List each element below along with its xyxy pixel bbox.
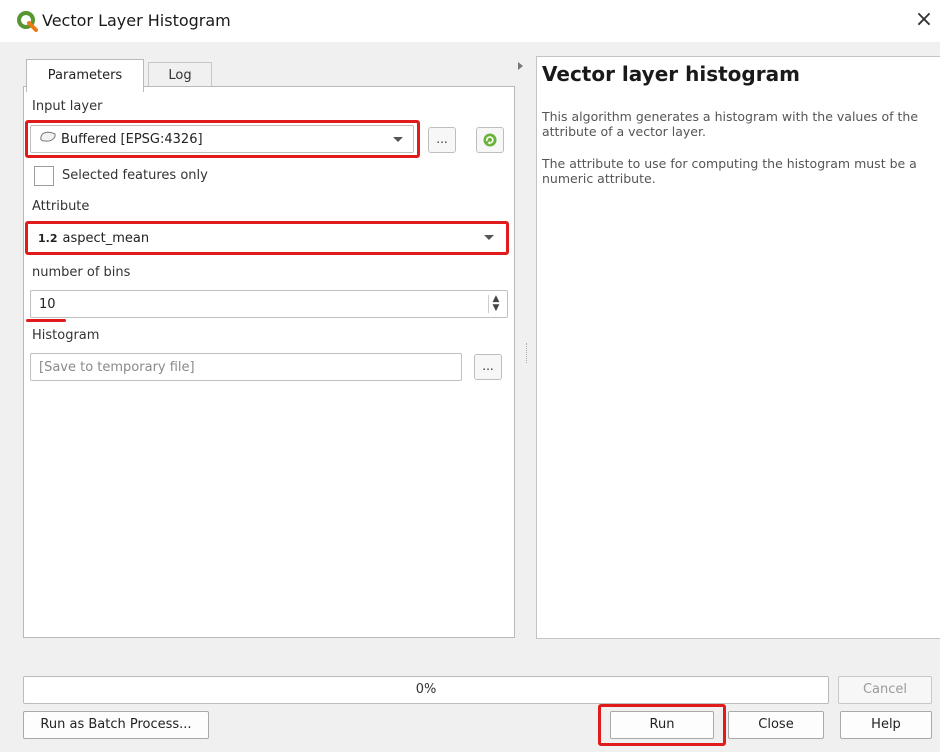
- refresh-green-icon: [482, 133, 498, 151]
- input-layer-combobox[interactable]: Buffered [EPSG:4326]: [30, 125, 414, 153]
- progress-bar: 0%: [23, 676, 829, 704]
- bins-spinbox[interactable]: 10 ▲ ▼: [30, 290, 508, 318]
- tab-parameters[interactable]: Parameters: [26, 59, 144, 92]
- window-title: Vector Layer Histogram: [42, 11, 231, 30]
- iterate-features-button[interactable]: [476, 127, 504, 153]
- attribute-label: Attribute: [32, 199, 90, 214]
- attribute-combobox[interactable]: 1.2 aspect_mean: [30, 225, 504, 251]
- close-window-icon[interactable]: ×: [912, 6, 936, 34]
- bins-value: 10: [39, 296, 56, 312]
- bins-label: number of bins: [32, 265, 131, 280]
- tab-log[interactable]: Log: [148, 62, 212, 87]
- help-paragraph-2: The attribute to use for computing the h…: [542, 156, 917, 186]
- spinner-arrows-icon[interactable]: ▲ ▼: [488, 295, 503, 313]
- input-layer-label: Input layer: [32, 99, 103, 114]
- run-batch-button[interactable]: Run as Batch Process...: [23, 711, 209, 739]
- collapse-arrow-icon[interactable]: [518, 62, 523, 70]
- histogram-label: Histogram: [32, 328, 100, 343]
- input-layer-browse-button[interactable]: ...: [428, 127, 456, 153]
- histogram-output-field[interactable]: [Save to temporary file]: [30, 353, 462, 381]
- close-button[interactable]: Close: [728, 711, 824, 739]
- qgis-logo-icon: [16, 10, 38, 32]
- help-panel: [536, 56, 940, 639]
- chevron-down-icon: [393, 137, 403, 142]
- selected-features-label: Selected features only: [62, 168, 208, 183]
- bins-underline-highlight: [26, 319, 66, 322]
- input-layer-value: Buffered [EPSG:4326]: [61, 131, 203, 147]
- help-button[interactable]: Help: [840, 711, 932, 739]
- splitter-handle[interactable]: [526, 343, 528, 363]
- histogram-browse-button[interactable]: ...: [474, 354, 502, 380]
- run-button[interactable]: Run: [610, 711, 714, 739]
- help-title: Vector layer histogram: [542, 62, 800, 86]
- polygon-layer-icon: [39, 131, 57, 147]
- cancel-button[interactable]: Cancel: [838, 676, 932, 704]
- attribute-value: aspect_mean: [62, 230, 150, 246]
- chevron-down-icon: [484, 235, 494, 240]
- selected-features-checkbox[interactable]: [34, 166, 54, 186]
- help-paragraph-1: This algorithm generates a histogram wit…: [542, 109, 919, 139]
- decimal-type-icon: 1.2: [38, 231, 58, 245]
